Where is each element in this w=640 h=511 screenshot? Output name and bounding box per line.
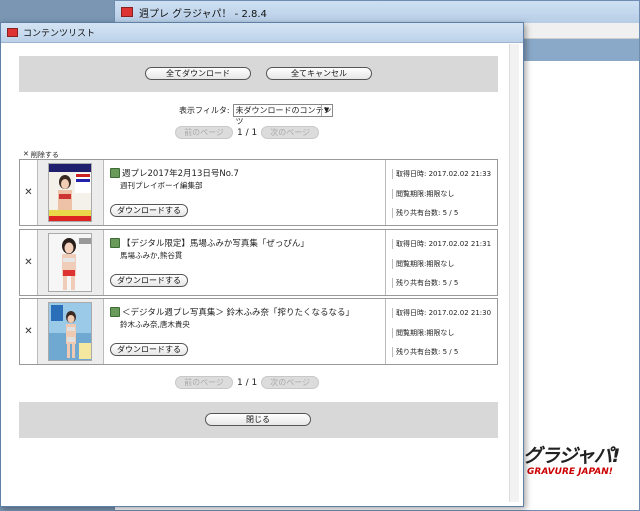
period-label: 閲覧期限: bbox=[396, 329, 427, 337]
item-meta-cell: 取得日時: 2017.02.02 21:31 閲覧期限:期限なし 残り共有台数:… bbox=[386, 230, 499, 295]
thumbnail-cell bbox=[38, 299, 104, 364]
book-icon bbox=[110, 168, 120, 178]
filter-select[interactable]: 未ダウンロードのコンテンツ ▼ bbox=[232, 104, 333, 126]
app-icon bbox=[121, 7, 133, 17]
acquired-label: 取得日時: bbox=[396, 240, 427, 248]
download-button[interactable]: ダウンロードする bbox=[110, 343, 188, 356]
item-author: 週刊プレイボーイ編集部 bbox=[120, 181, 203, 190]
period-value: 期限なし bbox=[426, 190, 455, 198]
item-title-text: 【デジタル限定】馬場ふみか写真集「ぜっぴん」 bbox=[122, 239, 309, 249]
item-title[interactable]: 週プレ2017年2月13日号No.7 bbox=[110, 167, 239, 179]
cover-thumbnail bbox=[48, 302, 92, 361]
dialog-titlebar[interactable]: コンテンツリスト bbox=[1, 23, 523, 43]
acquired-value: 2017.02.02 21:31 bbox=[428, 240, 492, 248]
logo-main-text: グラジャパ! bbox=[523, 445, 620, 467]
period-value: 期限なし bbox=[426, 260, 455, 268]
thumbnail-cell bbox=[38, 160, 104, 225]
next-page-button-bottom[interactable]: 次のページ bbox=[261, 376, 320, 389]
item-info-cell: 週プレ2017年2月13日号No.7 週刊プレイボーイ編集部 ダウンロードする bbox=[104, 160, 386, 225]
book-icon bbox=[110, 238, 120, 248]
logo-sub-text: GRAVURE JAPAN! bbox=[527, 467, 613, 477]
content-list-item: ✕ bbox=[19, 298, 498, 365]
period-row: 閲覧期限:期限なし bbox=[392, 328, 454, 338]
devices-value: 5 / 5 bbox=[442, 348, 459, 356]
content-list-item: ✕ bbox=[19, 229, 498, 296]
acquired-label: 取得日時: bbox=[396, 309, 427, 317]
period-label: 閲覧期限: bbox=[396, 260, 427, 268]
filter-label: 表示フィルタ: bbox=[179, 106, 230, 115]
top-action-panel: 全てダウンロード 全てキャンセル bbox=[19, 56, 498, 92]
app-icon bbox=[7, 28, 18, 37]
book-icon bbox=[110, 307, 120, 317]
devices-label: 残り共有台数: bbox=[396, 209, 441, 217]
cancel-all-button[interactable]: 全てキャンセル bbox=[266, 67, 372, 80]
period-value: 期限なし bbox=[426, 329, 455, 337]
vertical-scrollbar[interactable] bbox=[509, 44, 519, 502]
item-author: 鈴木ふみ奈,唐木貴央 bbox=[120, 320, 190, 329]
download-button[interactable]: ダウンロードする bbox=[110, 204, 188, 217]
cover-thumbnail bbox=[48, 233, 92, 292]
acquired-row: 取得日時: 2017.02.02 21:31 bbox=[392, 239, 491, 249]
dialog-body: 全てダウンロード 全てキャンセル 表示フィルタ: 未ダウンロードのコンテンツ ▼… bbox=[5, 44, 519, 502]
gravure-japan-logo: グラジャパ! GRAVURE JAPAN! bbox=[523, 441, 627, 485]
devices-row: 残り共有台数: 5 / 5 bbox=[392, 347, 458, 357]
acquired-label: 取得日時: bbox=[396, 170, 427, 178]
background-titlebar[interactable]: 週プレ グラジャパ！ - 2.8.4 bbox=[115, 1, 639, 23]
delete-item-button[interactable]: ✕ bbox=[20, 230, 38, 295]
prev-page-button-top[interactable]: 前のページ bbox=[175, 126, 233, 139]
filter-selected-value: 未ダウンロードのコンテンツ bbox=[235, 106, 332, 126]
acquired-row: 取得日時: 2017.02.02 21:33 bbox=[392, 169, 491, 179]
chevron-down-icon[interactable]: ▼ bbox=[320, 105, 332, 116]
top-pager: 前のページ 1 / 1 次のページ bbox=[175, 126, 320, 139]
acquired-value: 2017.02.02 21:30 bbox=[428, 309, 492, 317]
item-meta-cell: 取得日時: 2017.02.02 21:30 閲覧期限:期限なし 残り共有台数:… bbox=[386, 299, 499, 364]
devices-value: 5 / 5 bbox=[442, 209, 459, 217]
page-info-top: 1 / 1 bbox=[237, 127, 258, 138]
delete-item-button[interactable]: ✕ bbox=[20, 160, 38, 225]
item-info-cell: ＜デジタル週プレ写真集＞ 鈴木ふみ奈「搾りたくなるなる」 鈴木ふみ奈,唐木貴央 … bbox=[104, 299, 386, 364]
acquired-value: 2017.02.02 21:33 bbox=[428, 170, 492, 178]
content-list-item: ✕ bbox=[19, 159, 498, 226]
download-button[interactable]: ダウンロードする bbox=[110, 274, 188, 287]
bottom-pager: 前のページ 1 / 1 次のページ bbox=[175, 376, 320, 389]
devices-value: 5 / 5 bbox=[442, 279, 459, 287]
item-meta-cell: 取得日時: 2017.02.02 21:33 閲覧期限:期限なし 残り共有台数:… bbox=[386, 160, 499, 225]
period-row: 閲覧期限:期限なし bbox=[392, 259, 454, 269]
item-author: 馬場ふみか,熊谷貫 bbox=[120, 251, 183, 260]
cover-thumbnail bbox=[48, 163, 92, 222]
item-title-text: ＜デジタル週プレ写真集＞ 鈴木ふみ奈「搾りたくなるなる」 bbox=[122, 308, 355, 318]
prev-page-button-bottom[interactable]: 前のページ bbox=[175, 376, 233, 389]
item-title-text: 週プレ2017年2月13日号No.7 bbox=[122, 169, 239, 179]
period-label: 閲覧期限: bbox=[396, 190, 427, 198]
content-list-dialog: コンテンツリスト 全てダウンロード 全てキャンセル 表示フィルタ: 未ダウンロー… bbox=[0, 22, 524, 507]
filter-row: 表示フィルタ: 未ダウンロードのコンテンツ ▼ bbox=[179, 104, 333, 126]
delete-item-button[interactable]: ✕ bbox=[20, 299, 38, 364]
devices-row: 残り共有台数: 5 / 5 bbox=[392, 278, 458, 288]
item-title[interactable]: ＜デジタル週プレ写真集＞ 鈴木ふみ奈「搾りたくなるなる」 bbox=[110, 306, 354, 318]
bottom-action-panel: 閉じる bbox=[19, 402, 498, 438]
devices-label: 残り共有台数: bbox=[396, 348, 441, 356]
period-row: 閲覧期限:期限なし bbox=[392, 189, 454, 199]
acquired-row: 取得日時: 2017.02.02 21:30 bbox=[392, 308, 491, 318]
devices-row: 残り共有台数: 5 / 5 bbox=[392, 208, 458, 218]
download-all-button[interactable]: 全てダウンロード bbox=[145, 67, 251, 80]
page-info-bottom: 1 / 1 bbox=[237, 377, 258, 388]
dialog-title: コンテンツリスト bbox=[23, 29, 96, 39]
close-button[interactable]: 閉じる bbox=[205, 413, 311, 426]
thumbnail-cell bbox=[38, 230, 104, 295]
item-info-cell: 【デジタル限定】馬場ふみか写真集「ぜっぴん」 馬場ふみか,熊谷貫 ダウンロードす… bbox=[104, 230, 386, 295]
item-title[interactable]: 【デジタル限定】馬場ふみか写真集「ぜっぴん」 bbox=[110, 237, 309, 249]
background-window-title: 週プレ グラジャパ！ - 2.8.4 bbox=[139, 8, 267, 20]
devices-label: 残り共有台数: bbox=[396, 279, 441, 287]
next-page-button-top[interactable]: 次のページ bbox=[261, 126, 320, 139]
